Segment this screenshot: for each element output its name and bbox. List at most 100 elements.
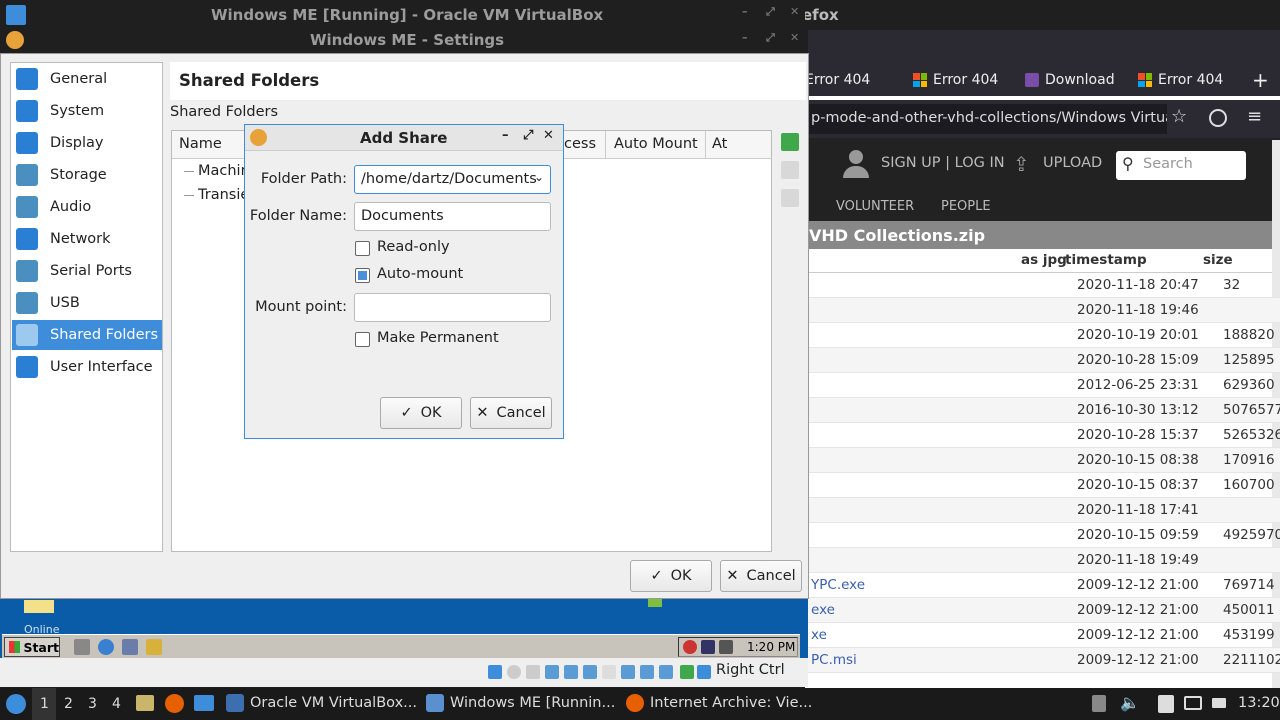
workspace-2[interactable]: 2 (64, 696, 73, 712)
taskbar-firefox[interactable]: Internet Archive: Vie... (626, 694, 812, 712)
col-access[interactable]: cess (564, 136, 596, 152)
tab-error-404-3[interactable]: Error 404 (1138, 68, 1223, 92)
ie-icon[interactable] (98, 639, 114, 655)
clipboard-icon[interactable] (1158, 695, 1174, 713)
settings-cancel-button[interactable]: ✕ Cancel (720, 560, 802, 592)
nav-volunteer[interactable]: VOLUNTEER (836, 199, 914, 214)
media-player-icon[interactable] (146, 639, 162, 655)
archive-search-input[interactable]: ⚲ Search (1116, 151, 1246, 180)
remove-share-icon[interactable] (781, 189, 799, 207)
automount-checkbox[interactable] (355, 268, 370, 283)
mount-point-field[interactable] (354, 293, 551, 322)
file-name-link[interactable]: xe (811, 627, 827, 643)
sidebar-item-user-interface[interactable]: User Interface (12, 352, 162, 382)
floppy-icon[interactable] (526, 665, 540, 679)
tab-error-404-1[interactable]: Error 404 (805, 68, 870, 92)
workspace-4[interactable]: 4 (112, 696, 121, 712)
folder-name-field[interactable]: Documents (354, 202, 551, 231)
recording-status-icon[interactable] (640, 665, 654, 679)
lock-icon[interactable] (1092, 695, 1106, 712)
tree-transient-folders[interactable]: Transie (198, 187, 249, 203)
extension-icon[interactable] (1209, 109, 1227, 127)
battery-icon[interactable] (1212, 698, 1226, 708)
show-desktop-icon[interactable] (74, 639, 90, 655)
folder-path-combo[interactable]: /home/dartz/Documents ⌄ (354, 165, 551, 194)
upload-link[interactable]: UPLOAD (1043, 155, 1102, 171)
sidebar-item-usb[interactable]: USB (12, 288, 162, 318)
file-name-link[interactable]: PC.msi (811, 652, 857, 668)
guest-screen[interactable]: Online Start 1:20 PM Right Ctrl (0, 599, 808, 687)
nav-people[interactable]: PEOPLE (941, 199, 991, 214)
new-tab-button[interactable]: + (1252, 68, 1269, 92)
maximize-icon[interactable]: ⤢ (523, 128, 533, 143)
usb-status-icon[interactable] (583, 665, 597, 679)
sidebar-item-system[interactable]: System (12, 96, 162, 126)
volume-icon[interactable]: 🔈 (1120, 693, 1140, 712)
workspace-1[interactable]: 1 (40, 696, 49, 712)
dialog-cancel-button[interactable]: ✕ Cancel (470, 397, 552, 429)
desktop-launcher-icon[interactable] (194, 695, 214, 711)
sidebar-item-network[interactable]: Network (12, 224, 162, 254)
add-share-icon[interactable] (781, 133, 799, 151)
vt-status-icon[interactable] (659, 665, 673, 679)
maximize-icon[interactable]: ⤢ (766, 5, 775, 19)
display-icon[interactable] (1184, 696, 1202, 710)
taskbar-virtualbox[interactable]: Oracle VM VirtualBox... (226, 694, 417, 712)
permanent-label[interactable]: Make Permanent (377, 330, 499, 346)
optical-drive-icon[interactable] (507, 665, 521, 679)
file-manager-icon[interactable] (136, 695, 154, 711)
sidebar-item-shared-folders[interactable]: Shared Folders (12, 320, 162, 350)
sidebar-item-display[interactable]: Display (12, 128, 162, 158)
shared-folders-status-icon[interactable] (602, 665, 616, 679)
file-name-link[interactable]: exe (811, 602, 835, 618)
start-button[interactable]: Start (4, 637, 60, 657)
sidebar-item-audio[interactable]: Audio (12, 192, 162, 222)
dialog-ok-button[interactable]: ✓ OK (380, 397, 462, 429)
settings-ok-button[interactable]: ✓ OK (630, 560, 712, 592)
sidebar-item-serial-ports[interactable]: Serial Ports (12, 256, 162, 286)
taskbar-windows-me[interactable]: Windows ME [Runnin... (426, 694, 615, 712)
tab-error-404-2[interactable]: Error 404 (913, 68, 998, 92)
close-icon[interactable]: ✕ (543, 128, 554, 143)
col-auto-mount[interactable]: Auto Mount (614, 136, 698, 152)
sidebar-item-general[interactable]: General (12, 64, 162, 94)
tab-download[interactable]: Download (1025, 68, 1115, 92)
keyboard-capture-icon[interactable] (697, 665, 711, 679)
tray-icon[interactable] (719, 640, 733, 654)
signup-link[interactable]: SIGN UP | LOG IN (881, 155, 1005, 171)
audio-status-icon[interactable] (545, 665, 559, 679)
col-at[interactable]: At (712, 136, 727, 152)
bookmark-star-icon[interactable]: ☆ (1171, 106, 1187, 127)
hdd-icon[interactable] (488, 665, 502, 679)
close-icon[interactable]: ✕ (790, 31, 799, 44)
col-name[interactable]: Name (179, 136, 222, 152)
workspace-3[interactable]: 3 (88, 696, 97, 712)
menu-icon[interactable]: ≡ (1247, 106, 1262, 127)
folder-icon[interactable] (24, 600, 54, 613)
network-status-icon[interactable] (564, 665, 578, 679)
outlook-icon[interactable] (122, 639, 138, 655)
firefox-launcher-icon[interactable] (165, 694, 184, 713)
minimize-icon[interactable]: – (742, 31, 748, 44)
display-status-icon[interactable] (621, 665, 635, 679)
readonly-checkbox[interactable] (355, 241, 370, 256)
tray-icon[interactable] (701, 640, 715, 654)
app-menu-icon[interactable] (6, 694, 26, 714)
readonly-label[interactable]: Read-only (377, 239, 450, 255)
maximize-icon[interactable]: ⤢ (766, 31, 775, 45)
url-bar[interactable]: p-mode-and-other-vhd-collections/Windows… (805, 104, 1167, 134)
edit-share-icon[interactable] (781, 161, 799, 179)
tray-icon[interactable] (683, 640, 697, 654)
mouse-integration-icon[interactable] (680, 665, 694, 679)
chevron-down-icon[interactable]: ⌄ (534, 170, 544, 184)
automount-label[interactable]: Auto-mount (377, 266, 463, 282)
permanent-checkbox[interactable] (355, 332, 370, 347)
close-icon[interactable]: ✕ (790, 5, 799, 18)
sidebar-item-storage[interactable]: Storage (12, 160, 162, 190)
guest-clock[interactable]: 1:20 PM (747, 640, 795, 654)
tree-machine-folders[interactable]: Machin (198, 163, 250, 179)
minimize-icon[interactable]: – (742, 5, 748, 18)
minimize-icon[interactable]: – (502, 128, 509, 143)
file-name-link[interactable]: YPC.exe (811, 577, 865, 593)
host-clock[interactable]: 13:20 (1238, 695, 1280, 711)
